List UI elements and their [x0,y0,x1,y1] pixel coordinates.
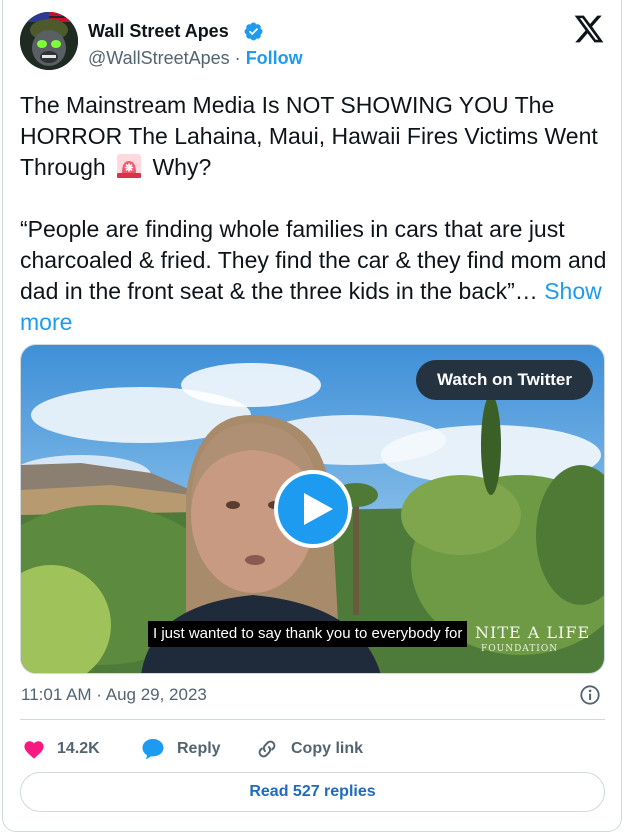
avatar[interactable] [20,12,78,70]
link-icon [258,740,276,758]
video-caption: I just wanted to say thank you to everyb… [148,621,468,647]
tweet-text: The Mainstream Media Is NOT SHOWING YOU … [20,90,610,338]
verified-badge-icon [244,22,263,41]
reply-bubble-icon [142,739,164,760]
separator: · [234,48,241,68]
handle-row: @WallStreetApes · Follow [88,47,303,69]
police-car-light-icon [117,154,142,178]
watermark-subtitle: FOUNDATION [481,644,559,654]
display-name[interactable]: Wall Street Apes [88,20,229,42]
tweet-quote: “People are finding whole families in ca… [20,216,607,304]
timestamp[interactable]: 11:01 AM · Aug 29, 2023 [21,684,207,706]
watch-on-twitter-button[interactable]: Watch on Twitter [415,360,593,400]
reply-button[interactable]: Reply [141,737,221,761]
play-button[interactable] [274,470,352,548]
divider [20,719,605,720]
reply-label: Reply [177,740,221,757]
copy-link-label: Copy link [291,740,364,757]
tweet-headline-end: Why? [152,154,212,180]
info-icon[interactable] [579,684,601,706]
tweet-headline: The Mainstream Media Is NOT SHOWING YOU … [20,92,598,180]
watermark: NITE A LIFE [475,623,591,642]
like-button[interactable]: 14.2K [23,737,100,761]
read-replies-button[interactable]: Read 527 replies [20,772,605,812]
play-icon [304,493,333,525]
tweet-card: Wall Street Apes @WallStreetApes · Follo… [2,0,622,832]
video-thumbnail[interactable]: Watch on Twitter I just wanted to say th… [20,344,605,674]
heart-icon [24,741,44,759]
follow-link[interactable]: Follow [246,48,303,68]
like-count: 14.2K [57,740,100,757]
handle[interactable]: @WallStreetApes [88,48,230,68]
copy-link-button[interactable]: Copy link [255,737,363,761]
x-logo-icon[interactable] [573,14,605,44]
